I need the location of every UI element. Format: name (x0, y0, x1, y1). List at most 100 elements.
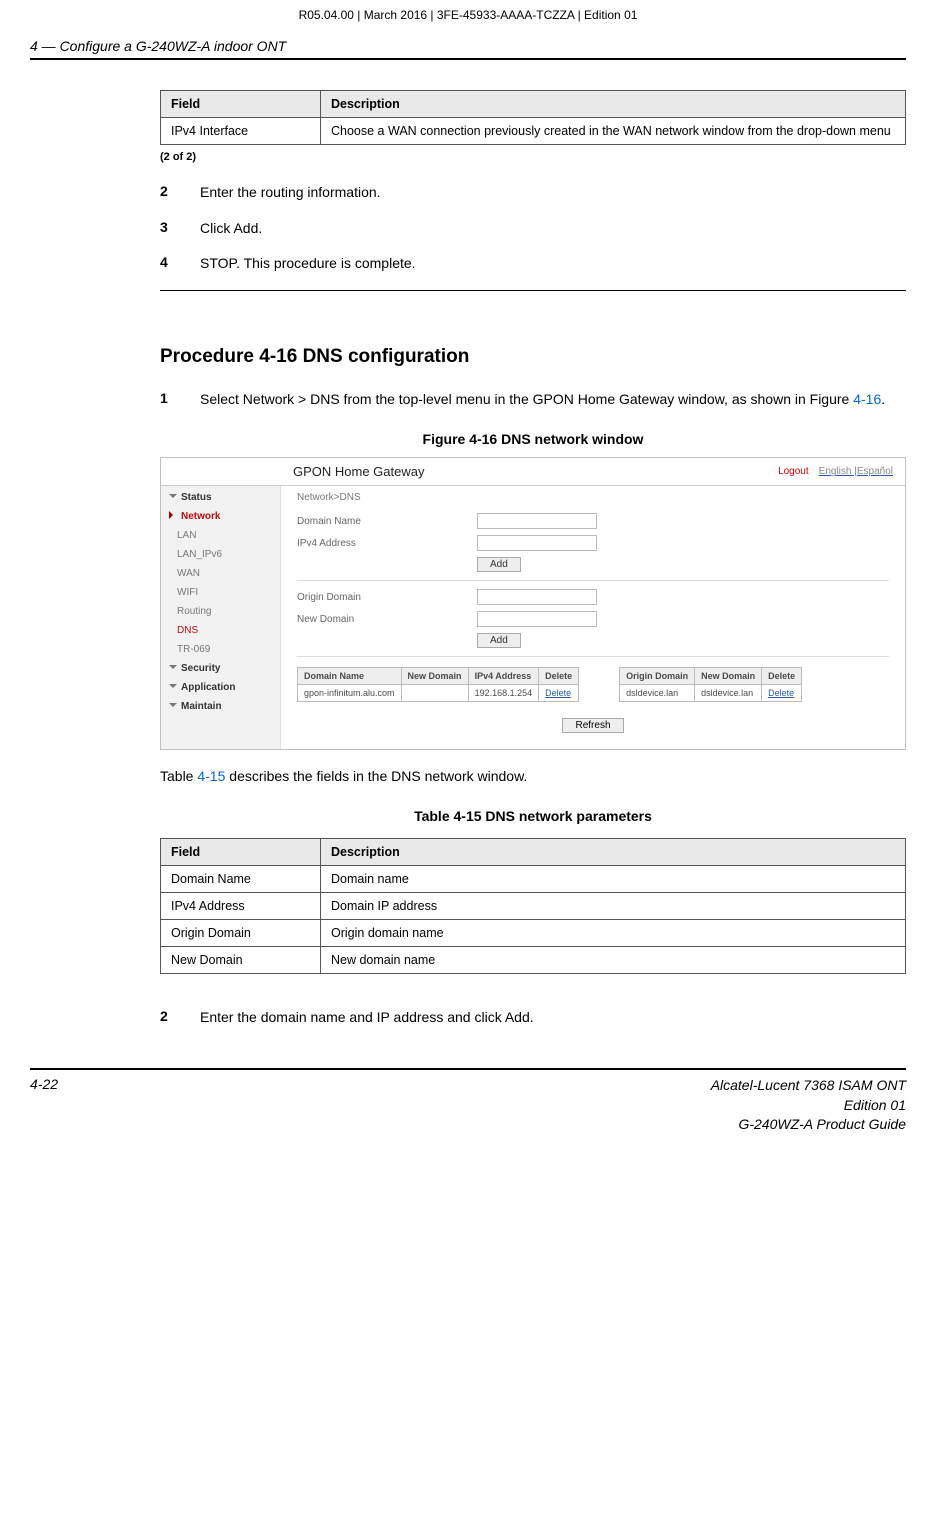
cell-ipv4: 192.168.1.254 (468, 685, 539, 702)
figure-title: Figure 4-16 DNS network window (160, 431, 906, 447)
th-new-domain: New Domain (695, 668, 762, 685)
td-field: IPv4 Interface (161, 118, 321, 145)
step-3: 3 Click Add. (160, 219, 906, 239)
sidebar-item-lan-ipv6[interactable]: LAN_IPv6 (161, 545, 280, 564)
delete-link[interactable]: Delete (545, 688, 571, 698)
input-ipv4-address[interactable] (477, 535, 597, 551)
step-1: 1 Select Network > DNS from the top-leve… (160, 390, 906, 410)
gateway-title: GPON Home Gateway (293, 464, 425, 479)
td-field: Domain Name (161, 866, 321, 893)
sidebar: Status Network LAN LAN_IPv6 WAN WIFI Rou… (161, 486, 281, 749)
step-text-part1: Select Network > DNS from the top-level … (200, 391, 853, 407)
td-desc: Origin domain name (321, 920, 906, 947)
procedure-end-rule (160, 290, 906, 291)
input-domain-name[interactable] (477, 513, 597, 529)
label-ipv4-address: IPv4 Address (297, 538, 477, 549)
td-desc: Domain name (321, 866, 906, 893)
td-field: IPv4 Address (161, 893, 321, 920)
breadcrumb: Network>DNS (297, 492, 889, 503)
step-num: 3 (160, 219, 200, 239)
step-text: Click Add. (200, 219, 906, 239)
th-ipv4-address: IPv4 Address (468, 668, 539, 685)
th-field: Field (161, 91, 321, 118)
screenshot-dns-window: GPON Home Gateway Logout English |Españo… (160, 457, 906, 750)
step-text: Select Network > DNS from the top-level … (200, 390, 906, 410)
table-link[interactable]: 4-15 (197, 768, 225, 784)
th-domain-name: Domain Name (298, 668, 402, 685)
th-desc: Description (321, 91, 906, 118)
desc-part1: Table (160, 768, 197, 784)
screenshot-main: Network>DNS Domain Name IPv4 Address Add… (281, 486, 905, 749)
figure-description: Table 4-15 describes the fields in the D… (160, 768, 906, 784)
cell-new-domain: dsldevice.lan (695, 685, 762, 702)
sidebar-item-network[interactable]: Network (161, 507, 280, 526)
label-domain-name: Domain Name (297, 516, 477, 527)
refresh-button[interactable]: Refresh (562, 718, 623, 733)
page-footer: 4-22 Alcatel-Lucent 7368 ISAM ONT Editio… (0, 1068, 936, 1135)
screenshot-topbar: GPON Home Gateway Logout English |Españo… (161, 458, 905, 485)
td-field: Origin Domain (161, 920, 321, 947)
delete-link[interactable]: Delete (768, 688, 794, 698)
procedure-title: Procedure 4-16 DNS configuration (160, 346, 906, 368)
page-number: 4-22 (30, 1076, 110, 1135)
footer-line1: Alcatel-Lucent 7368 ISAM ONT (110, 1076, 906, 1096)
th-delete: Delete (762, 668, 802, 685)
step-text-part2: . (881, 391, 885, 407)
step-4: 4 STOP. This procedure is complete. (160, 254, 906, 274)
sidebar-item-dns[interactable]: DNS (161, 621, 280, 640)
lang-switch[interactable]: English |Español (819, 466, 893, 477)
dns-table-a: Domain Name New Domain IPv4 Address Dele… (297, 667, 579, 702)
chapter-header: 4 — Configure a G-240WZ-A indoor ONT (0, 26, 936, 58)
step-2b: 2 Enter the domain name and IP address a… (160, 1008, 906, 1028)
sidebar-item-wan[interactable]: WAN (161, 564, 280, 583)
th-delete: Delete (539, 668, 579, 685)
step-text: STOP. This procedure is complete. (200, 254, 906, 274)
sidebar-item-application[interactable]: Application (161, 678, 280, 697)
footer-line3: G-240WZ-A Product Guide (110, 1115, 906, 1135)
step-text: Enter the domain name and IP address and… (200, 1008, 906, 1028)
logout-link[interactable]: Logout (778, 466, 809, 477)
add-button-1[interactable]: Add (477, 557, 521, 572)
step-2: 2 Enter the routing information. (160, 183, 906, 203)
sidebar-item-tr069[interactable]: TR-069 (161, 640, 280, 659)
lang-espanol[interactable]: Español (857, 466, 893, 477)
sidebar-item-status[interactable]: Status (161, 488, 280, 507)
th-desc: Description (321, 839, 906, 866)
td-desc: New domain name (321, 947, 906, 974)
input-origin-domain[interactable] (477, 589, 597, 605)
dns-table-b: Origin Domain New Domain Delete dsldevic… (619, 667, 802, 702)
th-field: Field (161, 839, 321, 866)
step-num: 2 (160, 1008, 200, 1028)
td-field: New Domain (161, 947, 321, 974)
sidebar-item-routing[interactable]: Routing (161, 602, 280, 621)
add-button-2[interactable]: Add (477, 633, 521, 648)
td-desc: Domain IP address (321, 893, 906, 920)
table-dns-params: Field Description Domain Name Domain nam… (160, 838, 906, 974)
sidebar-item-security[interactable]: Security (161, 659, 280, 678)
table-row: dsldevice.lan dsldevice.lan Delete (620, 685, 802, 702)
input-new-domain[interactable] (477, 611, 597, 627)
step-num: 4 (160, 254, 200, 274)
table-row: gpon-infinitum.alu.com 192.168.1.254 Del… (298, 685, 579, 702)
th-new-domain: New Domain (401, 668, 468, 685)
sidebar-item-lan[interactable]: LAN (161, 526, 280, 545)
sidebar-item-maintain[interactable]: Maintain (161, 697, 280, 716)
cell-domain-name: gpon-infinitum.alu.com (298, 685, 402, 702)
doc-version-line: R05.04.00 | March 2016 | 3FE-45933-AAAA-… (0, 0, 936, 26)
page-count-fragment: (2 of 2) (160, 151, 906, 163)
desc-part2: describes the fields in the DNS network … (225, 768, 527, 784)
step-text: Enter the routing information. (200, 183, 906, 203)
sidebar-item-wifi[interactable]: WIFI (161, 583, 280, 602)
cell-new-domain (401, 685, 468, 702)
td-desc: Choose a WAN connection previously creat… (321, 118, 906, 145)
table-title: Table 4-15 DNS network parameters (160, 808, 906, 824)
table-ipv4-interface: Field Description IPv4 Interface Choose … (160, 90, 906, 145)
step-num: 2 (160, 183, 200, 203)
content-area: Field Description IPv4 Interface Choose … (0, 60, 936, 1028)
footer-line2: Edition 01 (110, 1096, 906, 1116)
th-origin-domain: Origin Domain (620, 668, 695, 685)
label-origin-domain: Origin Domain (297, 592, 477, 603)
lang-english[interactable]: English (819, 466, 852, 477)
figure-link[interactable]: 4-16 (853, 391, 881, 407)
cell-origin: dsldevice.lan (620, 685, 695, 702)
